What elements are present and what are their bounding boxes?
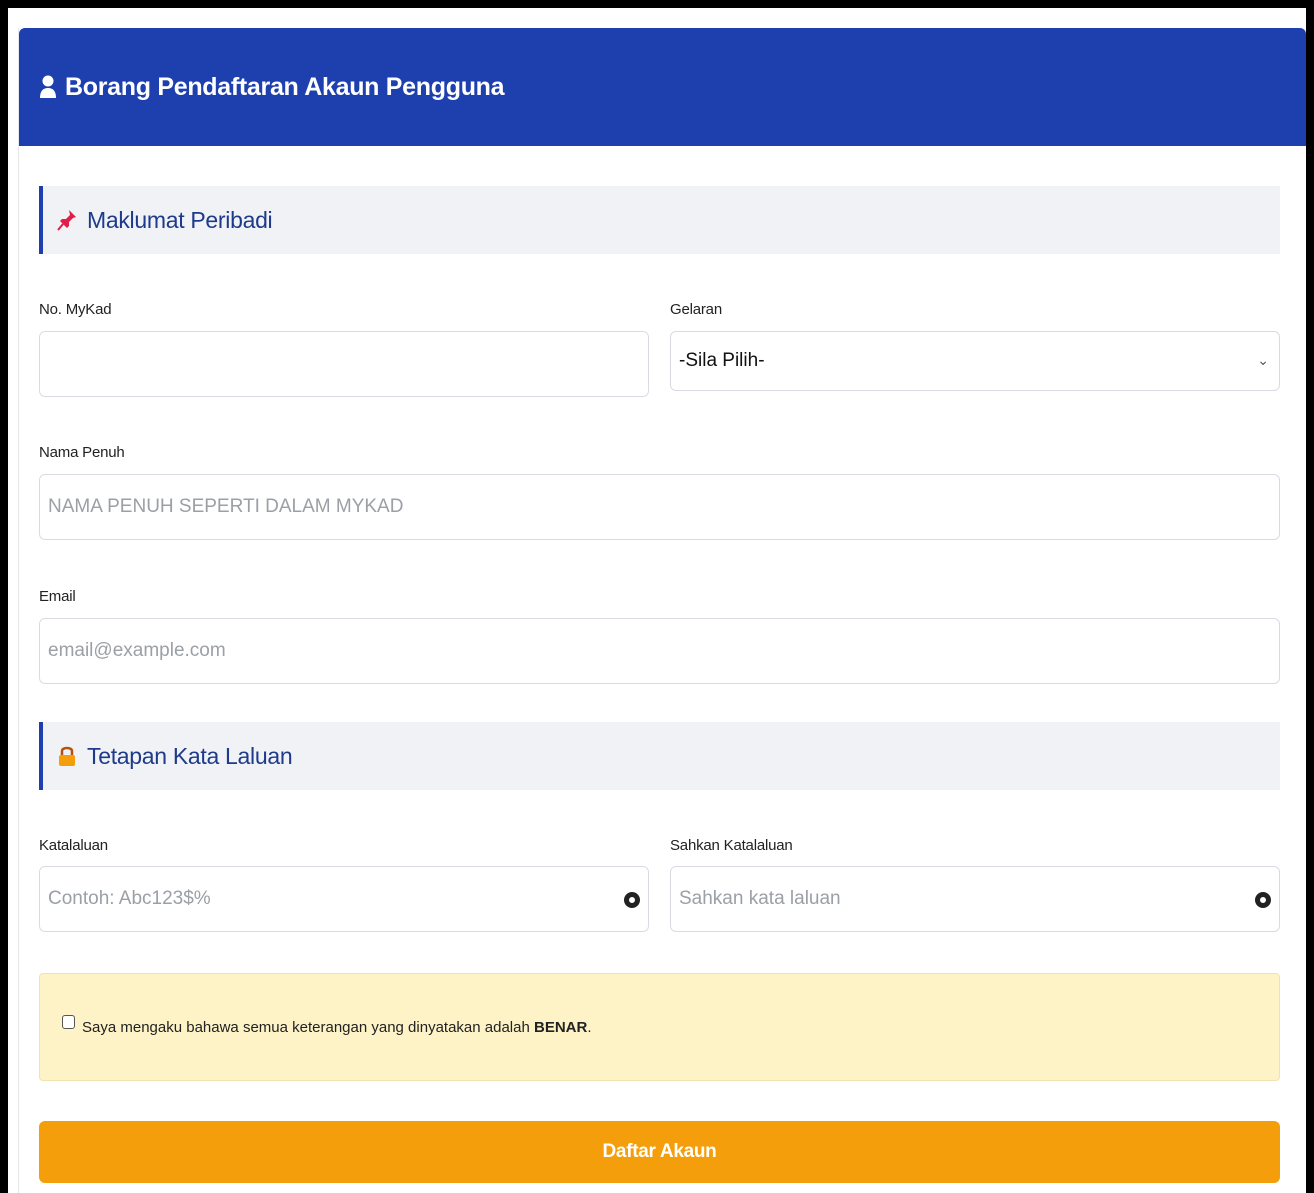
mykad-label: No. MyKad — [39, 301, 112, 318]
declaration-text-before: Saya mengaku bahawa semua keterangan yan… — [82, 1018, 534, 1036]
pushpin-icon — [57, 209, 77, 231]
declaration-text-after: . — [587, 1018, 592, 1036]
gelaran-label: Gelaran — [670, 301, 722, 318]
nama-input[interactable] — [39, 474, 1280, 540]
password-input[interactable] — [39, 866, 649, 932]
declaration-text-bold: BENAR — [534, 1018, 588, 1036]
section-password: Tetapan Kata Laluan — [39, 722, 1280, 790]
gelaran-select[interactable]: -Sila Pilih- ⌄ — [670, 331, 1280, 391]
eye-icon[interactable] — [1255, 892, 1271, 908]
nama-label: Nama Penuh — [39, 444, 125, 461]
declaration-box: Saya mengaku bahawa semua keterangan yan… — [39, 973, 1280, 1081]
section-title: Maklumat Peribadi — [87, 206, 273, 233]
card-header: Borang Pendaftaran Akaun Pengguna — [19, 28, 1306, 146]
section-personal-info: Maklumat Peribadi — [39, 186, 1280, 254]
email-input[interactable] — [39, 618, 1280, 684]
submit-button[interactable]: Daftar Akaun — [39, 1121, 1280, 1183]
email-label: Email — [39, 588, 76, 605]
lock-icon — [57, 745, 77, 767]
form-title: Borang Pendaftaran Akaun Pengguna — [65, 72, 505, 101]
page-frame: Borang Pendaftaran Akaun Pengguna Maklum… — [8, 8, 1306, 1193]
declaration-checkbox[interactable] — [62, 1015, 75, 1029]
confirm-password-input[interactable] — [670, 866, 1280, 932]
chevron-down-icon: ⌄ — [1257, 352, 1269, 368]
confirm-password-label: Sahkan Katalaluan — [670, 837, 793, 854]
section-title: Tetapan Kata Laluan — [87, 742, 293, 769]
user-icon — [39, 75, 57, 99]
password-label: Katalaluan — [39, 837, 108, 854]
mykad-input[interactable] — [39, 331, 649, 397]
eye-icon[interactable] — [624, 892, 640, 908]
gelaran-selected-value: -Sila Pilih- — [679, 350, 765, 371]
declaration-text: Saya mengaku bahawa semua keterangan yan… — [82, 1019, 592, 1036]
registration-card: Borang Pendaftaran Akaun Pengguna Maklum… — [18, 28, 1306, 1193]
